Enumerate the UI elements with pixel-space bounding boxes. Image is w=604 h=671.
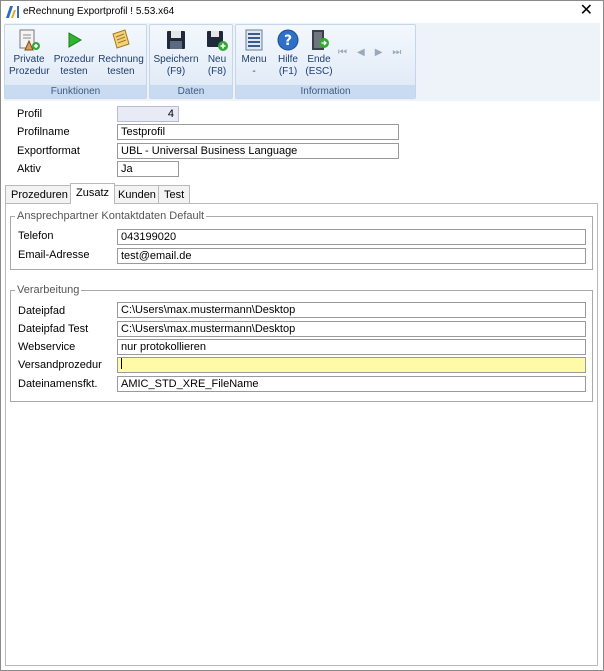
test-procedure-label-1: Prozedur bbox=[53, 54, 95, 65]
profilname-label: Profilname bbox=[17, 126, 70, 138]
new-button[interactable]: Neu (F8) bbox=[202, 28, 232, 78]
versandprozedur-field[interactable] bbox=[117, 357, 586, 373]
save-button[interactable]: Speichern (F9) bbox=[153, 28, 199, 78]
processing-legend: Verarbeitung bbox=[17, 284, 80, 296]
app-logo-icon bbox=[6, 6, 19, 18]
exportformat-field[interactable]: UBL - Universal Business Language bbox=[117, 143, 399, 159]
menu-icon bbox=[245, 29, 263, 51]
private-procedure-icon bbox=[19, 29, 40, 51]
test-invoice-label-2: testen bbox=[107, 66, 135, 77]
test-invoice-label-1: Rechnung bbox=[98, 54, 144, 65]
profilname-field[interactable]: Testprofil bbox=[117, 124, 399, 140]
menu-label-1: Menu bbox=[241, 54, 267, 65]
private-procedure-label-1: Private bbox=[13, 54, 45, 65]
email-label: Email-Adresse bbox=[18, 249, 90, 261]
exit-icon bbox=[312, 30, 329, 50]
first-record-icon[interactable]: ⏮ bbox=[338, 47, 347, 58]
tab-panel-zusatz: Ansprechpartner Kontaktdaten Default Tel… bbox=[5, 203, 598, 666]
aktiv-label: Aktiv bbox=[17, 163, 41, 175]
dateinamensfkt-label: Dateinamensfkt. bbox=[18, 378, 98, 390]
dateipfad-label: Dateipfad bbox=[18, 305, 66, 317]
next-record-icon[interactable]: ▶ bbox=[375, 47, 383, 58]
exportformat-label: Exportformat bbox=[17, 145, 80, 157]
export-profile-window: eRechnung Exportprofil ! 5.53.x64 ✕ Priv… bbox=[0, 0, 604, 671]
test-procedure-button[interactable]: Prozedur testen bbox=[53, 28, 95, 78]
ribbon-group-label-daten: Daten bbox=[150, 85, 232, 98]
ribbon-group-information: Menu - ? Hilfe (F1) Ende (ESC) Informati… bbox=[235, 24, 416, 99]
save-label-2: (F9) bbox=[166, 66, 186, 77]
dateipfad-test-field[interactable]: C:\Users\max.mustermann\Desktop bbox=[117, 321, 586, 337]
exit-label-2: (ESC) bbox=[305, 66, 333, 77]
previous-record-icon[interactable]: ◀ bbox=[357, 47, 365, 58]
record-navigation: ⏮ ◀ ▶ ⏭ bbox=[338, 47, 401, 58]
help-label-2: (F1) bbox=[278, 66, 298, 77]
telefon-field[interactable]: 043199020 bbox=[117, 229, 586, 245]
text-caret bbox=[121, 358, 122, 369]
dateipfad-field[interactable]: C:\Users\max.mustermann\Desktop bbox=[117, 302, 586, 318]
aktiv-field[interactable]: Ja bbox=[117, 161, 179, 177]
play-icon bbox=[68, 32, 82, 48]
webservice-label: Webservice bbox=[18, 341, 76, 353]
tab-prozeduren[interactable]: Prozeduren bbox=[5, 185, 74, 204]
profil-field: 4 bbox=[117, 106, 179, 122]
new-label-2: (F8) bbox=[207, 66, 227, 77]
test-procedure-label-2: testen bbox=[60, 66, 88, 77]
help-button[interactable]: ? Hilfe (F1) bbox=[274, 28, 302, 78]
webservice-field[interactable]: nur protokollieren bbox=[117, 339, 586, 355]
telefon-label: Telefon bbox=[18, 230, 54, 242]
menu-button[interactable]: Menu - bbox=[238, 28, 270, 78]
dateinamensfkt-field[interactable]: AMIC_STD_XRE_FileName bbox=[117, 376, 586, 392]
help-label-1: Hilfe bbox=[277, 54, 298, 65]
test-invoice-button[interactable]: Rechnung testen bbox=[98, 28, 144, 78]
save-label-1: Speichern bbox=[153, 54, 199, 65]
invoice-icon bbox=[112, 29, 130, 49]
ribbon-group-daten: Speichern (F9) Neu (F8) Daten bbox=[149, 24, 233, 99]
last-record-icon[interactable]: ⏭ bbox=[392, 47, 401, 58]
exit-button[interactable]: Ende (ESC) bbox=[304, 28, 334, 78]
svg-text:?: ? bbox=[284, 33, 292, 49]
ribbon-group-funktionen: Private Prozedur Prozedur testen Rechnun… bbox=[4, 24, 147, 99]
contact-legend: Ansprechpartner Kontaktdaten Default bbox=[17, 210, 205, 222]
window-title: eRechnung Exportprofil ! 5.53.x64 bbox=[23, 6, 175, 17]
dateipfad-test-label: Dateipfad Test bbox=[18, 323, 89, 335]
help-icon: ? bbox=[277, 29, 299, 51]
ribbon-toolbar: Private Prozedur Prozedur testen Rechnun… bbox=[4, 23, 600, 101]
ribbon-group-label-information: Information bbox=[236, 85, 415, 98]
private-procedure-button[interactable]: Private Prozedur bbox=[9, 28, 50, 78]
close-button[interactable]: ✕ bbox=[580, 3, 593, 19]
ribbon-group-label-funktionen: Funktionen bbox=[5, 85, 146, 98]
menu-label-2: - bbox=[252, 66, 256, 77]
save-icon bbox=[167, 31, 185, 49]
versandprozedur-label: Versandprozedur bbox=[18, 359, 102, 371]
exit-label-1: Ende bbox=[307, 54, 331, 65]
private-procedure-label-2: Prozedur bbox=[9, 66, 50, 77]
new-icon bbox=[207, 31, 228, 51]
profil-label: Profil bbox=[17, 108, 43, 120]
tab-test[interactable]: Test bbox=[158, 185, 191, 204]
email-field[interactable]: test@email.de bbox=[117, 248, 586, 264]
new-label-1: Neu bbox=[207, 54, 227, 65]
tab-kunden[interactable]: Kunden bbox=[112, 185, 162, 204]
title-bar: eRechnung Exportprofil ! 5.53.x64 ✕ bbox=[1, 1, 603, 23]
tab-zusatz[interactable]: Zusatz bbox=[70, 183, 116, 204]
